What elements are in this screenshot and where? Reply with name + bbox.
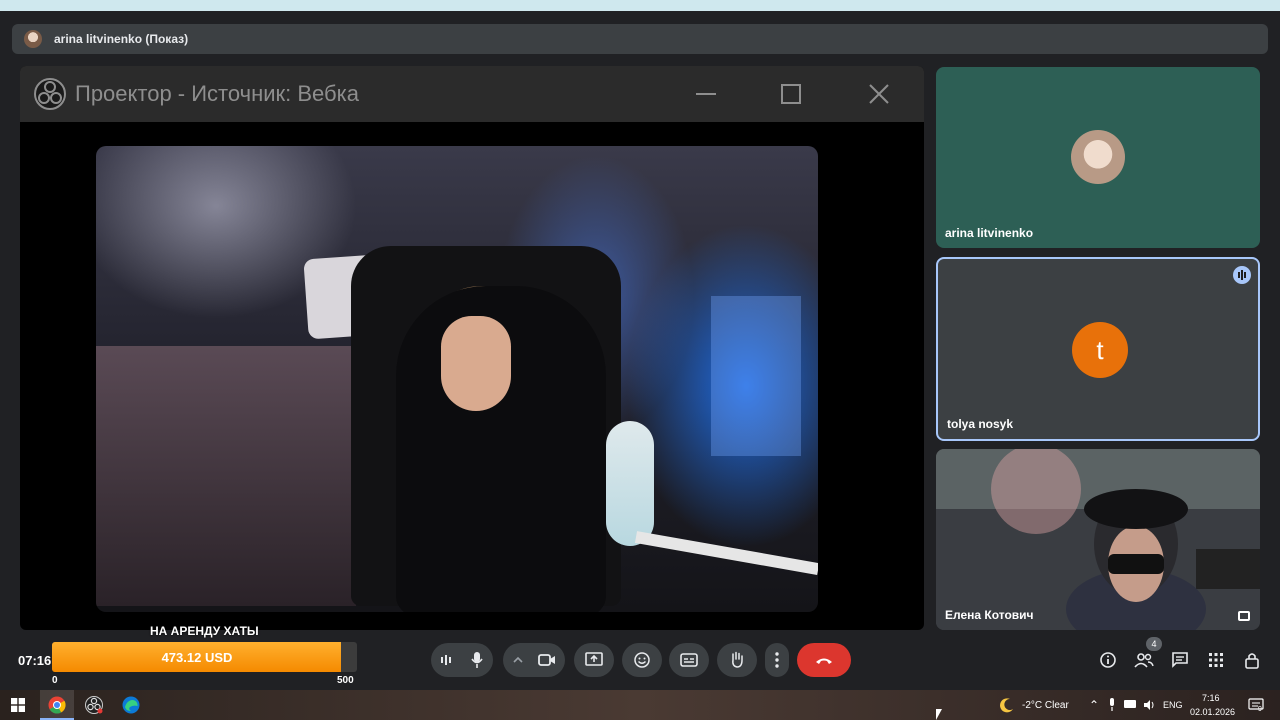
microphone-tray-icon[interactable] xyxy=(1108,698,1116,712)
participant-tile-arina[interactable]: arina litvinenko xyxy=(936,67,1260,248)
network-icon[interactable] xyxy=(1124,700,1138,710)
participant-avatar: t xyxy=(1072,322,1128,378)
projector-title: Проектор - Источник: Вебка xyxy=(75,81,359,106)
chevron-up-icon[interactable]: ⌃ xyxy=(1089,698,1099,712)
host-controls-icon xyxy=(1245,653,1259,669)
speaking-indicator-icon xyxy=(1233,266,1251,284)
reactions-button[interactable] xyxy=(622,643,662,677)
audio-controls-group xyxy=(431,643,493,677)
host-controls-button[interactable] xyxy=(1242,650,1262,670)
participant-avatar xyxy=(1071,130,1125,184)
presenter-label: arina litvinenko (Показ) xyxy=(54,32,189,46)
participant-name: tolya nosyk xyxy=(947,417,1014,431)
obs-taskbar-icon[interactable] xyxy=(83,694,105,716)
chat-icon xyxy=(1172,652,1188,668)
donation-goal-max: 500 xyxy=(337,675,354,686)
shelf-shape xyxy=(711,296,801,456)
people-button[interactable] xyxy=(1134,650,1154,670)
meeting-details-button[interactable] xyxy=(1098,650,1118,670)
video-controls-group xyxy=(503,643,565,677)
more-options-button[interactable] xyxy=(765,643,789,677)
presentation-banner: arina litvinenko (Показ) xyxy=(12,24,1268,54)
participant-tile-tolya[interactable]: t tolya nosyk xyxy=(936,257,1260,441)
participant-name: Елена Котович xyxy=(945,608,1034,622)
raise-hand-button[interactable] xyxy=(717,643,757,677)
mic-arm-shape xyxy=(634,531,818,576)
notification-count: 9 xyxy=(1258,706,1262,713)
activities-button[interactable] xyxy=(1206,650,1226,670)
weather-moon-icon[interactable] xyxy=(996,694,1018,716)
donation-goal-bar: 473.12 USD xyxy=(52,642,357,672)
weather-text[interactable]: -2°C Clear xyxy=(1022,700,1069,711)
projector-titlebar: Проектор - Источник: Вебка xyxy=(20,66,924,122)
activities-icon xyxy=(1209,653,1223,667)
microphone-shape xyxy=(606,421,654,546)
donation-goal-min: 0 xyxy=(52,675,58,686)
donation-goal-amount: 473.12 USD xyxy=(161,649,233,665)
audio-levels-icon[interactable] xyxy=(439,653,453,667)
browser-tab-strip xyxy=(0,0,1280,11)
chat-button[interactable] xyxy=(1170,650,1190,670)
end-call-button[interactable] xyxy=(797,643,851,677)
windows-start-icon[interactable] xyxy=(7,694,29,716)
language-indicator[interactable]: ENG xyxy=(1163,700,1183,710)
webcam-video-feed xyxy=(96,146,818,612)
taskbar-time[interactable]: 7:16 xyxy=(1202,693,1220,703)
windows-taskbar: -2°C Clear ⌃ ENG 7:16 02.01.2026 9 xyxy=(0,690,1280,720)
bed-shape xyxy=(96,346,356,606)
participant-tile-elena[interactable]: Елена Котович xyxy=(936,449,1260,630)
captions-icon xyxy=(680,653,698,667)
participant-video-feed xyxy=(936,449,1260,630)
donation-goal-title: НА АРЕНДУ ХАТЫ xyxy=(150,624,259,638)
present-button[interactable] xyxy=(574,643,614,677)
end-call-icon xyxy=(816,658,832,664)
face-shape xyxy=(441,316,511,411)
taskbar-date[interactable]: 02.01.2026 xyxy=(1190,707,1235,717)
volume-icon[interactable] xyxy=(1143,699,1155,711)
emoji-icon xyxy=(634,652,650,668)
minimize-icon[interactable] xyxy=(692,80,720,108)
participant-count-badge: 4 xyxy=(1146,637,1162,651)
meeting-clock: 07:16 xyxy=(18,653,52,668)
more-options-chevron-icon[interactable] xyxy=(512,655,524,665)
obs-logo-icon xyxy=(34,78,66,110)
close-icon[interactable] xyxy=(865,80,893,108)
mouse-cursor xyxy=(936,709,942,720)
mic-icon[interactable] xyxy=(470,651,484,669)
camera-icon[interactable] xyxy=(538,653,556,667)
edge-icon[interactable] xyxy=(120,694,142,716)
info-icon xyxy=(1100,652,1116,668)
more-vert-icon xyxy=(775,652,779,668)
people-icon xyxy=(1134,653,1154,668)
raise-hand-icon xyxy=(732,651,743,668)
presenter-avatar xyxy=(24,30,42,48)
presentation-tile: Проектор - Источник: Вебка xyxy=(20,66,924,630)
captions-button[interactable] xyxy=(669,643,709,677)
pin-icon[interactable] xyxy=(1238,611,1250,621)
participant-name: arina litvinenko xyxy=(945,226,1034,240)
chrome-icon[interactable] xyxy=(46,694,68,716)
maximize-icon[interactable] xyxy=(777,80,805,108)
present-screen-icon xyxy=(585,652,603,666)
